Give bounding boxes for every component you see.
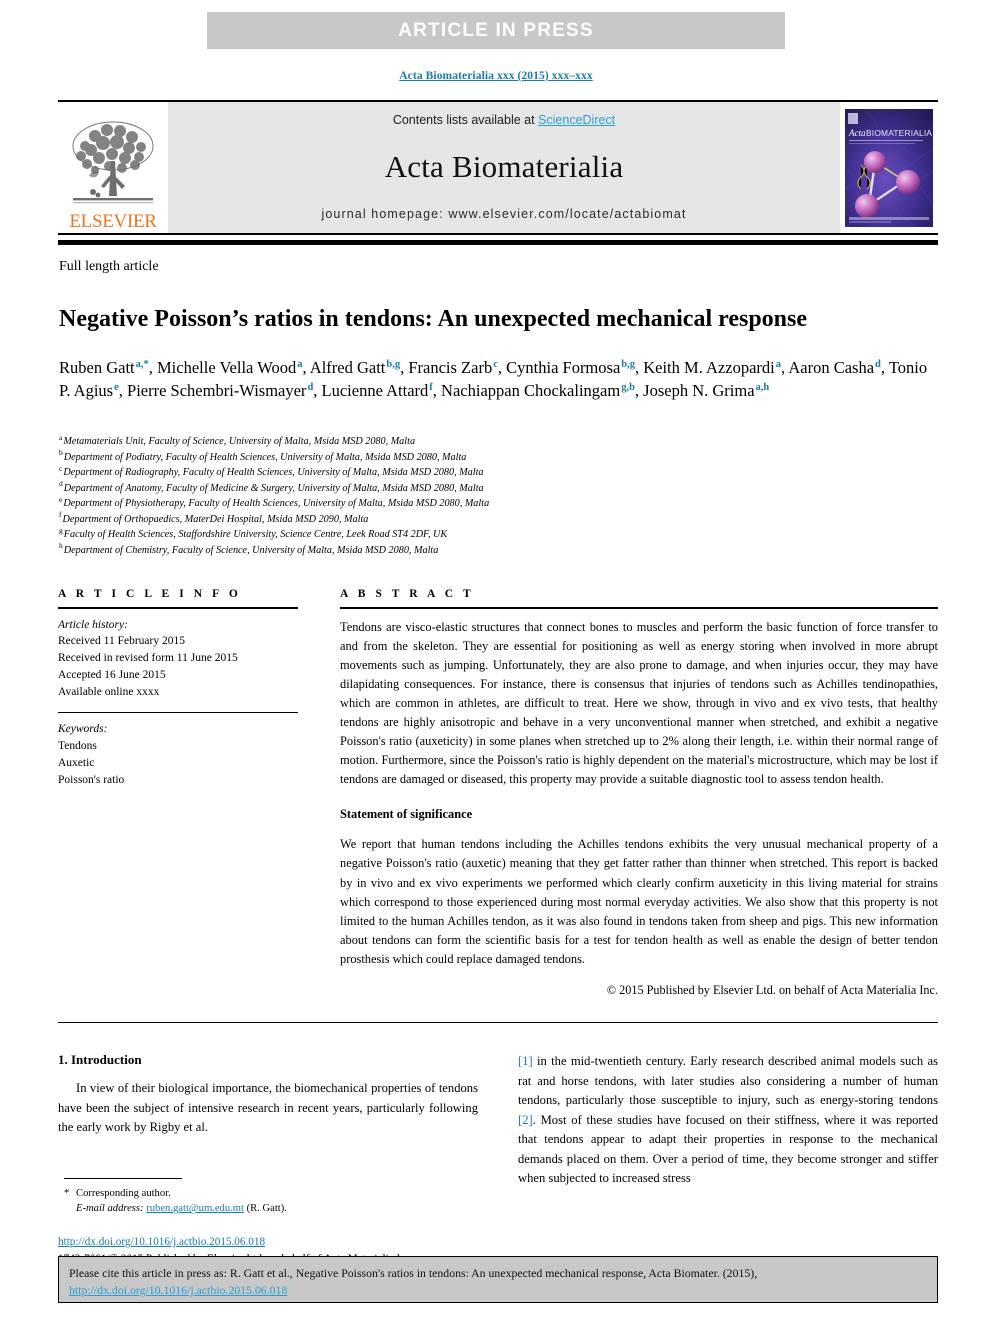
reference-link-2[interactable]: [2] [518,1113,533,1127]
affiliation-item: gFaculty of Health Sciences, Staffordshi… [59,526,859,543]
journal-cover-thumbnail: Acta BIOMATERIALIA [840,102,938,233]
corresponding-author-note: * Corresponding author. [64,1186,478,1202]
keywords-title: Keywords: [58,723,108,736]
page-title: Negative Poisson’s ratios in tendons: An… [59,306,808,333]
body-column-gap [478,1052,518,1267]
statement-of-significance-body: We report that human tendons including t… [340,837,938,966]
journal-cover-image: Acta BIOMATERIALIA [845,108,933,227]
affiliation-text: Faculty of Health Sciences, Staffordshir… [63,529,448,540]
email-note: E-mail address: ruben.gatt@um.edu.mt (R.… [64,1201,478,1217]
introduction-paragraph-left: In view of their biological importance, … [58,1081,478,1135]
affiliation-text: Department of Chemistry, Faculty of Scie… [63,544,439,556]
affiliation-item: dDepartment of Anatomy, Faculty of Medic… [59,480,859,497]
body-columns: 1. Introduction In view of their biologi… [58,1052,938,1267]
abstract-heading: A B S T R A C T [340,588,475,600]
article-info-heading: A R T I C L E I N F O [58,588,242,600]
keywords-items: Tendons Auxetic Poisson's ratio [58,738,298,788]
affiliation-text: Department of Anatomy, Faculty of Medici… [63,482,484,494]
reference-link-1[interactable]: [1] [518,1054,533,1068]
article-type-label: Full length article [59,259,159,274]
svg-text:BIOMATERIALIA: BIOMATERIALIA [866,128,932,138]
corresponding-author-text: Corresponding author. [76,1187,171,1199]
email-label: E-mail address: [76,1203,144,1215]
masthead-bottom-rule [58,240,938,245]
elsevier-logo: ELSEVIER [58,102,168,233]
email-link[interactable]: ruben.gatt@um.edu.mt [146,1203,244,1214]
abstract-copyright: © 2015 Published by Elsevier Ltd. on beh… [606,983,938,997]
affiliation-text: Department of Physiotherapy, Faculty of … [63,498,490,509]
affiliation-item: hDepartment of Chemistry, Faculty of Sci… [59,542,859,559]
affiliation-text: Department of Podiatry, Faculty of Healt… [63,451,467,463]
affiliation-text: Department of Radiography, Faculty of He… [63,467,484,478]
keywords-block: Keywords: Tendons Auxetic Poisson's ratio [58,713,298,788]
asterisk-icon: * [64,1187,70,1199]
footnote-rule [64,1177,182,1179]
column-gap [298,588,340,998]
cite-doi-link[interactable]: http://dx.doi.org/10.1016/j.actbio.2015.… [69,1283,287,1297]
author-list: Ruben Gatta,*, Michelle Vella Wooda, Alf… [59,358,928,401]
intro-right-text-a: in the mid-twentieth century. Early rese… [518,1054,938,1108]
affiliation-text: Metamaterials Unit, Faculty of Science, … [63,436,416,447]
abstract-body: Tendons are visco-elastic structures tha… [340,619,938,787]
cite-text: Please cite this article in press as: R.… [69,1266,758,1280]
journal-reference-line: Acta Biomaterialia xxx (2015) xxx–xxx [399,70,593,82]
elsevier-wordmark: ELSEVIER [69,211,157,232]
svg-text:Acta: Acta [848,128,866,138]
sciencedirect-link[interactable]: ScienceDirect [538,113,615,127]
body-column-left: 1. Introduction In view of their biologi… [58,1052,478,1267]
keyword-item: Tendons [58,740,97,753]
article-history-title: Article history: [58,618,128,631]
email-suffix: (R. Gatt). [246,1203,287,1215]
article-in-press-label: ARTICLE IN PRESS [398,19,594,41]
info-abstract-section: A R T I C L E I N F O Article history: R… [58,588,938,998]
introduction-paragraph-right: [1] in the mid-twentieth century. Early … [518,1052,938,1189]
contents-list-prefix: Contents lists available at [392,113,539,127]
contents-list-line: Contents lists available at ScienceDirec… [393,113,615,127]
affiliation-text: Department of Orthopaedics, MaterDei Hos… [62,513,369,525]
article-info-column: A R T I C L E I N F O Article history: R… [58,588,298,998]
article-history-item: Accepted 16 June 2015 [58,668,166,681]
keyword-item: Auxetic [58,756,95,769]
article-history-item: Available online xxxx [58,685,160,698]
journal-masthead: ELSEVIER Contents lists available at Sci… [58,100,938,235]
introduction-heading: 1. Introduction [58,1052,142,1067]
article-in-press-banner: ARTICLE IN PRESS [207,12,785,49]
footnote-block: * Corresponding author. E-mail address: r… [58,1186,478,1218]
elsevier-tree-icon [65,116,161,211]
article-history-items: Received 11 February 2015 Received in rev… [58,633,298,700]
affiliation-item: eDepartment of Physiotherapy, Faculty of… [59,495,859,512]
journal-title: Acta Biomaterialia [384,149,624,184]
affiliation-item: fDepartment of Orthopaedics, MaterDei Ho… [59,511,859,528]
affiliation-list: aMetamaterials Unit, Faculty of Science,… [59,433,859,559]
affiliation-item: bDepartment of Podiatry, Faculty of Heal… [59,449,859,466]
journal-homepage-line: journal homepage: www.elsevier.com/locat… [321,207,687,221]
article-history-item: Received 11 February 2015 [58,635,185,648]
article-history-block: Article history: Received 11 February 20… [58,609,298,713]
cite-this-article-box: Please cite this article in press as: R.… [58,1256,938,1303]
doi-link[interactable]: http://dx.doi.org/10.1016/j.actbio.2015.… [58,1236,265,1248]
keyword-item: Poisson's ratio [58,773,125,786]
body-column-right: [1] in the mid-twentieth century. Early … [518,1052,938,1267]
statement-of-significance-heading: Statement of significance [340,807,473,822]
article-history-item: Received in revised form 11 June 2015 [58,652,238,665]
affiliation-item: aMetamaterials Unit, Faculty of Science,… [59,433,859,450]
intro-right-text-b: . Most of these studies have focused on … [518,1112,938,1186]
introduction-top-rule [58,1022,938,1023]
abstract-column: A B S T R A C T Tendons are visco-elasti… [340,588,938,998]
masthead-center: Contents lists available at ScienceDirec… [168,102,840,233]
affiliation-item: cDepartment of Radiography, Faculty of H… [59,464,859,481]
